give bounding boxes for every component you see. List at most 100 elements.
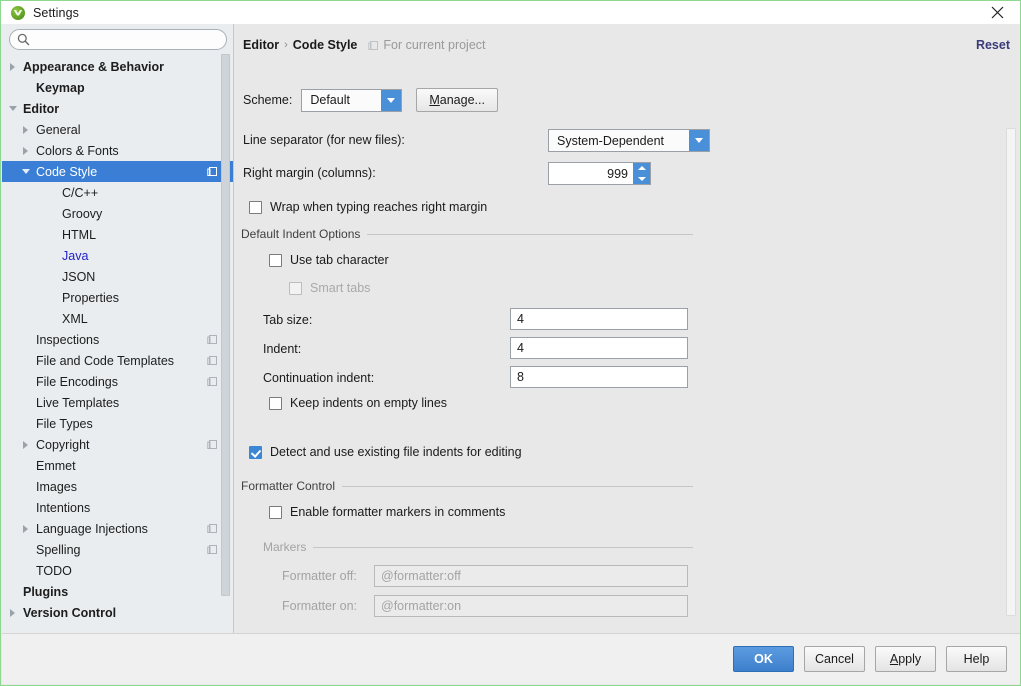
- sidebar-item-emmet[interactable]: Emmet: [2, 455, 234, 476]
- chevron-right-icon[interactable]: [21, 145, 32, 156]
- chevron-down-icon[interactable]: [8, 103, 19, 114]
- use-tab-character-checkbox[interactable]: Use tab character: [269, 253, 389, 267]
- formatter-on-label: Formatter on:: [282, 599, 358, 613]
- sidebar-item-general[interactable]: General: [2, 119, 234, 140]
- wrap-when-typing-checkbox[interactable]: Wrap when typing reaches right margin: [249, 200, 487, 214]
- formatter-on-field[interactable]: [374, 595, 688, 617]
- group-divider: [342, 485, 693, 487]
- formatter-off-input[interactable]: [375, 569, 687, 583]
- formatter-on-input[interactable]: [375, 599, 687, 613]
- line-separator-combobox[interactable]: System-Dependent: [548, 129, 710, 152]
- manage-button[interactable]: Manage...: [416, 88, 498, 112]
- ok-button[interactable]: OK: [733, 646, 794, 672]
- breadcrumb-separator: ›: [284, 39, 288, 51]
- sidebar-item-language-injections[interactable]: Language Injections: [2, 518, 234, 539]
- sidebar-item-file-encodings[interactable]: File Encodings: [2, 371, 234, 392]
- sidebar-item-intentions[interactable]: Intentions: [2, 497, 234, 518]
- sidebar-item-label: Copyright: [36, 437, 90, 452]
- sidebar-item-properties[interactable]: Properties: [2, 287, 234, 308]
- use-tab-character-label: Use tab character: [290, 253, 389, 267]
- continuation-indent-field[interactable]: [510, 366, 688, 388]
- checkbox-box: [269, 505, 282, 519]
- apply-mnemonic: A: [889, 652, 899, 666]
- sidebar-item-colors-fonts[interactable]: Colors & Fonts: [2, 140, 234, 161]
- sidebar-item-images[interactable]: Images: [2, 476, 234, 497]
- sidebar-item-label: C/C++: [62, 185, 99, 200]
- sidebar-item-xml[interactable]: XML: [2, 308, 234, 329]
- line-separator-label: Line separator (for new files):: [243, 133, 405, 147]
- spinner-down-icon[interactable]: [633, 174, 650, 185]
- chevron-right-icon[interactable]: [8, 607, 19, 618]
- breadcrumb-parent[interactable]: Editor: [243, 38, 279, 52]
- checkbox-box: [289, 281, 302, 295]
- tab-size-input[interactable]: [511, 312, 687, 326]
- chevron-down-icon[interactable]: [21, 166, 32, 177]
- spinner-up-icon[interactable]: [633, 163, 650, 174]
- sidebar-item-keymap[interactable]: Keymap: [2, 77, 234, 98]
- sidebar-item-plugins[interactable]: Plugins: [2, 581, 234, 602]
- right-margin-spinner[interactable]: [548, 162, 651, 185]
- continuation-indent-input[interactable]: [511, 370, 687, 384]
- sidebar-item-spelling[interactable]: Spelling: [2, 539, 234, 560]
- sidebar-item-editor[interactable]: Editor: [2, 98, 234, 119]
- content-scrollbar[interactable]: [1006, 128, 1016, 616]
- cancel-button[interactable]: Cancel: [804, 646, 865, 672]
- sidebar-item-label: HTML: [62, 227, 97, 242]
- close-button[interactable]: [974, 1, 1020, 24]
- sidebar-item-label: Appearance & Behavior: [23, 59, 165, 74]
- chevron-down-icon[interactable]: [381, 89, 402, 111]
- formatter-off-label: Formatter off:: [282, 569, 357, 583]
- sidebar-item-live-templates[interactable]: Live Templates: [2, 392, 234, 413]
- reset-link[interactable]: Reset: [976, 38, 1010, 52]
- apply-button[interactable]: Apply: [875, 646, 936, 672]
- smart-tabs-label: Smart tabs: [310, 281, 371, 295]
- sidebar-item-todo[interactable]: TODO: [2, 560, 234, 581]
- help-button[interactable]: Help: [946, 646, 1007, 672]
- keep-indents-checkbox[interactable]: Keep indents on empty lines: [269, 396, 447, 410]
- checkbox-box: [249, 445, 262, 459]
- chevron-right-icon[interactable]: [21, 523, 32, 534]
- scheme-combobox[interactable]: Default: [301, 88, 403, 112]
- sidebar-item-html[interactable]: HTML: [2, 224, 234, 245]
- enable-formatter-markers-checkbox[interactable]: Enable formatter markers in comments: [269, 505, 505, 519]
- close-icon: [991, 6, 1003, 19]
- sidebar-item-json[interactable]: JSON: [2, 266, 234, 287]
- sidebar-item-code-style[interactable]: Code Style: [2, 161, 234, 182]
- chevron-down-icon[interactable]: [689, 130, 709, 151]
- sidebar-item-java[interactable]: Java: [2, 245, 234, 266]
- project-scope-icon: [207, 356, 217, 365]
- indent-input[interactable]: [511, 341, 687, 355]
- sidebar-item-c-c[interactable]: C/C++: [2, 182, 234, 203]
- sidebar-item-label: File Encodings: [36, 374, 118, 389]
- chevron-right-icon[interactable]: [21, 124, 32, 135]
- tab-size-field[interactable]: [510, 308, 688, 330]
- sidebar-scrollbar-thumb[interactable]: [221, 54, 230, 596]
- search-field[interactable]: [9, 29, 227, 50]
- sidebar-item-appearance-behavior[interactable]: Appearance & Behavior: [2, 56, 234, 77]
- chevron-right-icon[interactable]: [8, 61, 19, 72]
- project-scope-icon: [368, 40, 379, 50]
- sidebar-item-version-control[interactable]: Version Control: [2, 602, 234, 623]
- code-style-panel: Editor › Code Style For current project …: [235, 24, 1020, 635]
- chevron-right-icon[interactable]: [21, 439, 32, 450]
- project-scope-icon: [207, 377, 217, 386]
- sidebar-item-file-and-code-templates[interactable]: File and Code Templates: [2, 350, 234, 371]
- sidebar-item-copyright[interactable]: Copyright: [2, 434, 234, 455]
- sidebar-scrollbar-track[interactable]: [221, 54, 230, 632]
- sidebar-item-file-types[interactable]: File Types: [2, 413, 234, 434]
- search-input[interactable]: [34, 32, 214, 47]
- sidebar-item-label: Colors & Fonts: [36, 143, 119, 158]
- sidebar-item-inspections[interactable]: Inspections: [2, 329, 234, 350]
- right-margin-input[interactable]: [549, 163, 633, 184]
- formatter-off-field[interactable]: [374, 565, 688, 587]
- group-divider: [367, 233, 693, 235]
- project-scope-icon: [207, 545, 217, 554]
- indent-field[interactable]: [510, 337, 688, 359]
- detect-indents-checkbox[interactable]: Detect and use existing file indents for…: [249, 445, 522, 459]
- sidebar-item-groovy[interactable]: Groovy: [2, 203, 234, 224]
